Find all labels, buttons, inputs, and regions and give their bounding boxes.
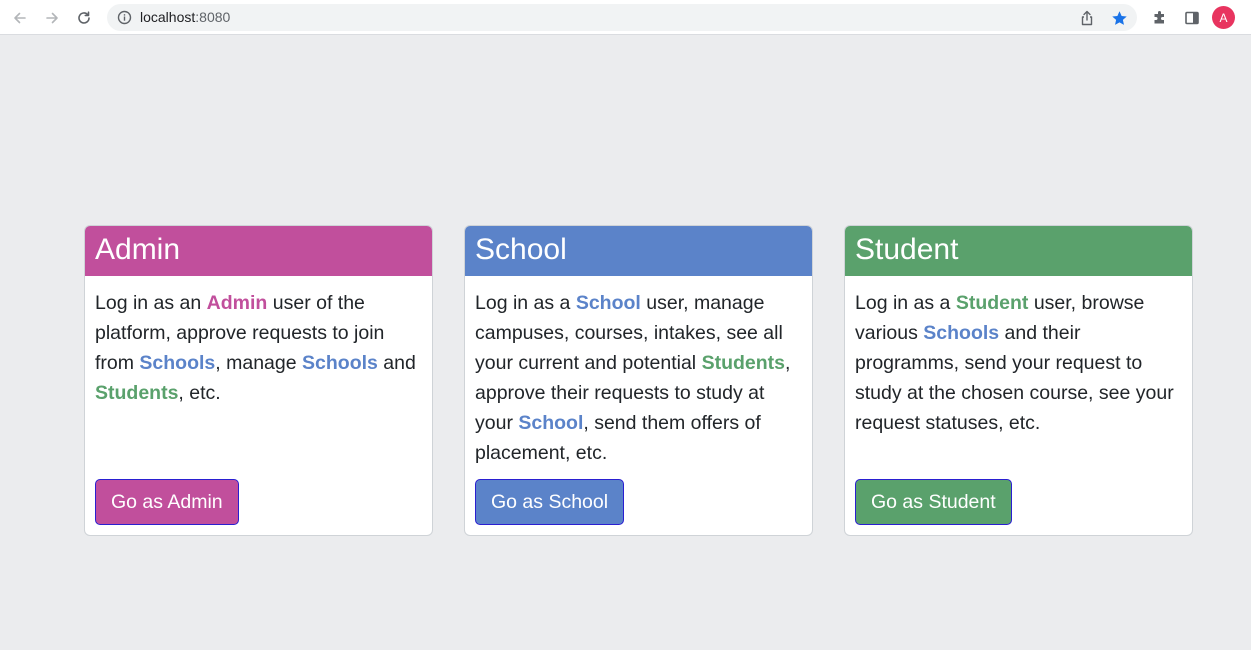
admin-text-1: Log in as an xyxy=(95,292,207,314)
student-text-1: Log in as a xyxy=(855,292,956,314)
forward-arrow-icon[interactable] xyxy=(40,6,64,30)
profile-avatar[interactable]: A xyxy=(1212,6,1235,29)
site-info-icon[interactable] xyxy=(117,10,132,25)
share-icon[interactable] xyxy=(1078,9,1096,27)
student-keyword-student: Student xyxy=(955,292,1029,314)
browser-toolbar: localhost:8080 A xyxy=(0,0,1251,35)
url-text: localhost:8080 xyxy=(140,9,230,26)
admin-keyword-students: Students xyxy=(95,382,179,404)
address-bar[interactable]: localhost:8080 xyxy=(107,4,1137,31)
go-as-school-button[interactable]: Go as School xyxy=(475,479,625,525)
admin-keyword-admin: Admin xyxy=(206,292,268,314)
go-as-student-button[interactable]: Go as Student xyxy=(855,479,1012,525)
admin-text-5: , etc. xyxy=(178,382,221,404)
school-card-title: School xyxy=(465,226,812,276)
admin-text-4: and xyxy=(377,352,416,374)
back-arrow-icon[interactable] xyxy=(8,6,32,30)
go-as-admin-button[interactable]: Go as Admin xyxy=(95,479,239,525)
bookmark-star-icon[interactable] xyxy=(1110,9,1128,27)
student-card-title: Student xyxy=(845,226,1192,276)
student-card-description: Log in as a Student user, browse various… xyxy=(845,276,1192,438)
school-card-description: Log in as a School user, manage campuses… xyxy=(465,276,812,468)
admin-text-3: , manage xyxy=(215,352,303,374)
side-panel-icon[interactable] xyxy=(1180,6,1204,30)
school-keyword-school: School xyxy=(575,292,641,314)
admin-card: Admin Log in as an Admin user of the pla… xyxy=(84,225,433,536)
admin-card-title: Admin xyxy=(85,226,432,276)
extensions-puzzle-icon[interactable] xyxy=(1148,6,1172,30)
reload-icon[interactable] xyxy=(72,6,96,30)
school-keyword-students: Students xyxy=(701,352,785,374)
student-card: Student Log in as a Student user, browse… xyxy=(844,225,1193,536)
student-keyword-schools: Schools xyxy=(923,322,1000,344)
admin-keyword-schools: Schools xyxy=(139,352,216,374)
school-keyword-school-2: School xyxy=(518,412,584,434)
url-port: :8080 xyxy=(195,9,231,25)
school-card: School Log in as a School user, manage c… xyxy=(464,225,813,536)
url-host: localhost xyxy=(140,9,196,25)
admin-keyword-schools-2: Schools xyxy=(302,352,378,374)
school-text-1: Log in as a xyxy=(475,292,576,314)
admin-card-description: Log in as an Admin user of the platform,… xyxy=(85,276,432,408)
